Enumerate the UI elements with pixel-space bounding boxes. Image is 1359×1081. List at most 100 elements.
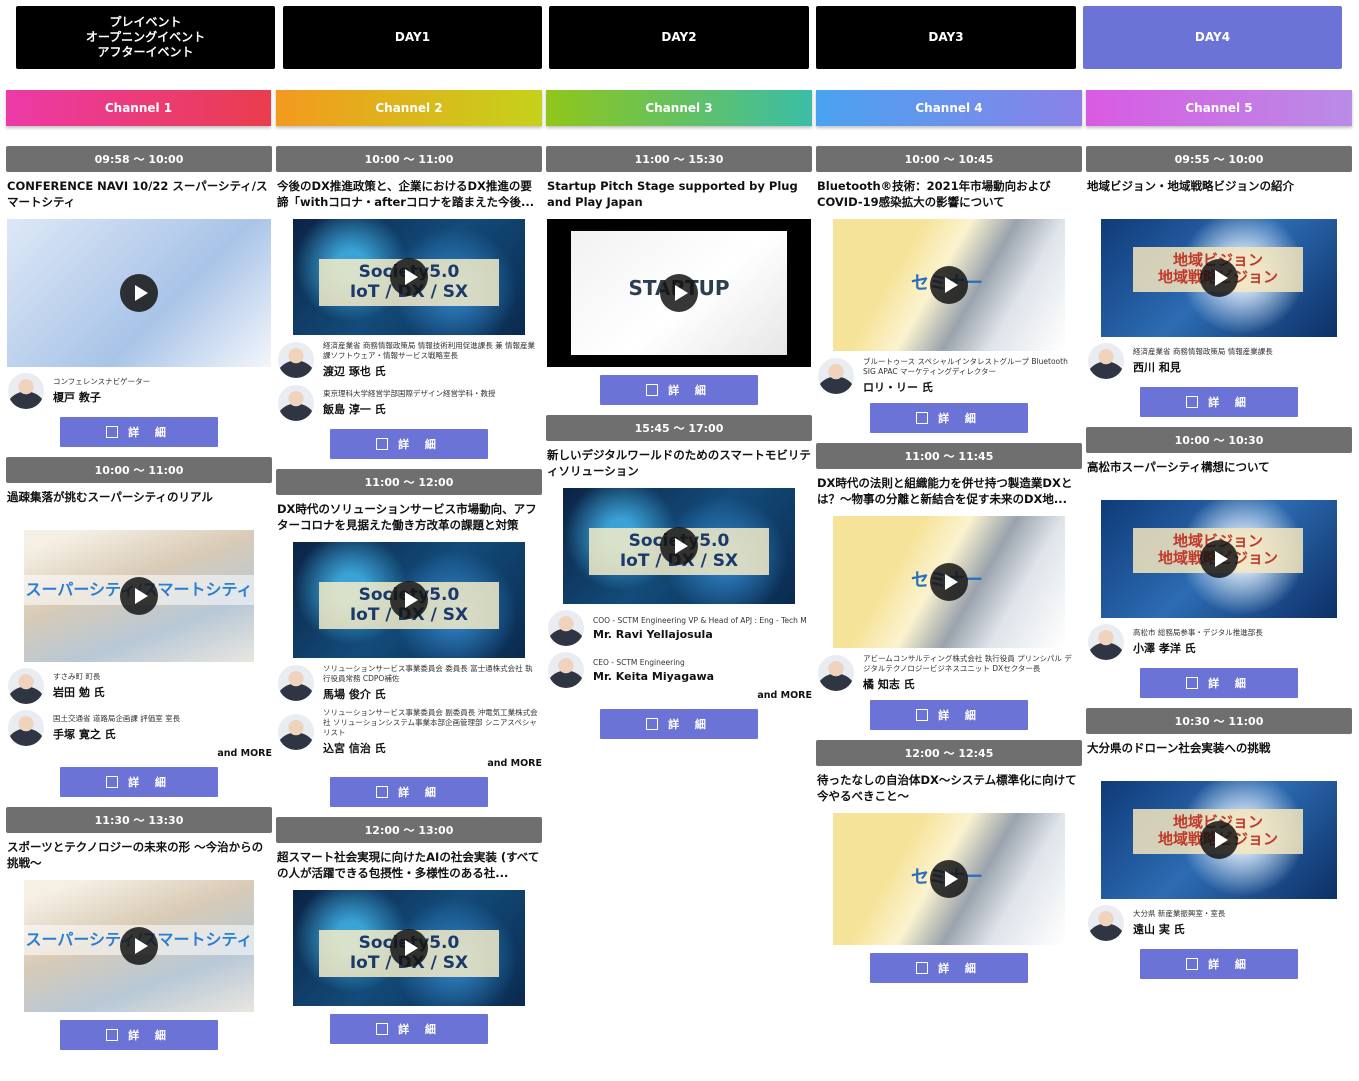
detail-button[interactable]: 詳 細 — [330, 777, 488, 807]
detail-button[interactable]: 詳 細 — [870, 403, 1028, 433]
video-thumbnail[interactable]: スーパーシティ/スマートシティ — [24, 530, 254, 662]
channel-column-1: 09:58 ～ 10:00 CONFERENCE NAVI 10/22 スーパーシ… — [6, 146, 272, 1081]
session-card: 09:55 ～ 10:00 地域ビジョン・地域戦略ビジョンの紹介地域ビジョン 地域… — [1086, 146, 1352, 417]
session-title[interactable]: DX時代の法則と組織能力を併せ持つ製造業DXとは？～物事の分離と新結合を促す未来… — [817, 475, 1082, 508]
speaker-name: 橘 知志 氏 — [863, 678, 915, 691]
video-thumbnail[interactable]: Society5.0 IoT / DX / SX — [293, 219, 525, 335]
detail-button[interactable]: 詳 細 — [330, 1014, 488, 1044]
play-icon[interactable] — [660, 274, 698, 312]
speaker-name: 馬場 俊介 氏 — [323, 688, 386, 701]
play-icon[interactable] — [1200, 259, 1238, 297]
play-icon[interactable] — [930, 266, 968, 304]
speaker-affiliation: CEO - SCTM Engineering — [593, 657, 685, 667]
video-thumbnail[interactable]: Society5.0 IoT / DX / SX — [293, 542, 525, 658]
video-thumbnail[interactable]: STARTUP — [547, 219, 811, 367]
play-icon[interactable] — [1200, 540, 1238, 578]
external-link-icon — [916, 412, 929, 424]
detail-button[interactable]: 詳 細 — [870, 700, 1028, 730]
session-title[interactable]: 地域ビジョン・地域戦略ビジョンの紹介 — [1087, 178, 1352, 211]
video-thumbnail[interactable] — [7, 219, 271, 367]
avatar — [278, 665, 314, 701]
play-icon[interactable] — [930, 563, 968, 601]
video-thumbnail[interactable]: セミナー — [833, 219, 1065, 351]
day-tab-day4[interactable]: DAY4 — [1083, 6, 1342, 69]
play-icon[interactable] — [390, 258, 428, 296]
detail-button[interactable]: 詳 細 — [600, 709, 758, 739]
session-title[interactable]: DX時代のソリューションサービス市場動向、アフターコロナを見据えた働き方改革の課… — [277, 501, 542, 534]
video-thumbnail[interactable]: セミナー — [833, 813, 1065, 945]
detail-button-label: 詳 細 — [1208, 396, 1252, 409]
channel-tab-5[interactable]: Channel 5 — [1086, 90, 1352, 126]
video-thumbnail[interactable]: 地域ビジョン 地域戦略ビジョン — [1101, 781, 1337, 899]
play-icon[interactable] — [1200, 821, 1238, 859]
session-title[interactable]: 高松市スーパーシティ構想について — [1087, 459, 1352, 492]
session-title[interactable]: Startup Pitch Stage supported by Plug an… — [547, 178, 812, 211]
session-title[interactable]: Bluetooth®技術：2021年市場動向およびCOVID-19感染拡大の影響… — [817, 178, 1082, 211]
video-thumbnail[interactable]: Society5.0 IoT / DX / SX — [293, 890, 525, 1006]
channel-column-3: 11:00 ～ 15:30 Startup Pitch Stage support… — [546, 146, 812, 1081]
speaker-affiliation: ソリューションサービス事業委員会 委員長 富士通株式会社 執行役員常務 CDPO… — [323, 664, 533, 683]
speaker-affiliation: アビームコンサルティング株式会社 執行役員 プリンシパル デジタルテクノロジービ… — [863, 654, 1072, 673]
detail-button[interactable]: 詳 細 — [1140, 668, 1298, 698]
channel-tab-bar: Channel 1 Channel 2 Channel 3 Channel 4 Chan… — [0, 90, 1359, 126]
channel-tab-2[interactable]: Channel 2 — [276, 90, 542, 126]
session-time: 11:00 ～ 15:30 — [546, 146, 812, 172]
video-thumbnail[interactable]: 地域ビジョン 地域戦略ビジョン — [1101, 219, 1337, 337]
avatar — [818, 358, 854, 394]
play-icon[interactable] — [660, 527, 698, 565]
detail-button[interactable]: 詳 細 — [60, 767, 218, 797]
session-title[interactable]: 新しいデジタルワールドのためのスマートモビリティソリューション — [547, 447, 812, 480]
speaker: ブルートゥース スペシャルインタレストグループ Bluetooth SIG AP… — [818, 357, 1082, 395]
play-icon[interactable] — [120, 577, 158, 615]
session-time: 11:00 ～ 11:45 — [816, 443, 1082, 469]
channel-column-2: 10:00 ～ 11:00 今後のDX推進政策と、企業におけるDX推進の要諦「wi… — [276, 146, 542, 1081]
detail-button[interactable]: 詳 細 — [1140, 949, 1298, 979]
speaker-affiliation: COO - SCTM Engineering VP & Head of APJ … — [593, 615, 807, 625]
detail-button[interactable]: 詳 細 — [60, 1020, 218, 1050]
session-title[interactable]: CONFERENCE NAVI 10/22 スーパーシティ/スマートシティ — [7, 178, 272, 211]
external-link-icon — [376, 786, 389, 798]
day-tab-pre-event[interactable]: プレイベント オープニングイベント アフターイベント — [16, 6, 275, 69]
speaker-affiliation: ソリューションサービス事業委員会 副委員長 沖電気工業株式会社 ソリューションシ… — [323, 708, 538, 737]
speaker-affiliation: 大分県 新産業振興室・室長 — [1133, 909, 1226, 918]
detail-button[interactable]: 詳 細 — [330, 429, 488, 459]
session-card: 10:00 ～ 11:00 今後のDX推進政策と、企業におけるDX推進の要諦「wi… — [276, 146, 542, 459]
detail-button-label: 詳 細 — [938, 412, 982, 425]
video-thumbnail[interactable]: Society5.0 IoT / DX / SX — [563, 488, 795, 604]
day-tab-day3[interactable]: DAY3 — [816, 6, 1076, 69]
session-title[interactable]: 過疎集落が挑むスーパーシティのリアル — [7, 489, 272, 522]
session-title[interactable]: 大分県のドローン社会実装への挑戦 — [1087, 740, 1352, 773]
video-thumbnail[interactable]: セミナー — [833, 516, 1065, 648]
play-icon[interactable] — [120, 927, 158, 965]
avatar — [1088, 343, 1124, 379]
detail-button[interactable]: 詳 細 — [1140, 387, 1298, 417]
play-icon[interactable] — [390, 581, 428, 619]
avatar — [548, 652, 584, 688]
speaker: アビームコンサルティング株式会社 執行役員 プリンシパル デジタルテクノロジービ… — [818, 654, 1082, 692]
play-icon[interactable] — [120, 274, 158, 312]
detail-button-label: 詳 細 — [128, 776, 172, 789]
channel-tab-4[interactable]: Channel 4 — [816, 90, 1082, 126]
channel-tab-1[interactable]: Channel 1 — [6, 90, 271, 126]
channel-tab-3[interactable]: Channel 3 — [546, 90, 812, 126]
session-title[interactable]: スポーツとテクノロジーの未来の形 ～今治からの挑戦～ — [7, 839, 272, 872]
detail-button[interactable]: 詳 細 — [870, 953, 1028, 983]
day-tab-day1[interactable]: DAY1 — [283, 6, 542, 69]
speaker-name: 飯島 淳一 氏 — [323, 403, 386, 416]
video-thumbnail[interactable]: 地域ビジョン 地域戦略ビジョン — [1101, 500, 1337, 618]
session-card: 15:45 ～ 17:00 新しいデジタルワールドのためのスマートモビリティソリュ… — [546, 415, 812, 739]
session-card: 11:00 ～ 11:45 DX時代の法則と組織能力を併せ持つ製造業DXとは？～物… — [816, 443, 1082, 730]
session-title[interactable]: 超スマート社会実現に向けたAIの社会実装 (すべての人が活躍できる包摂性・多様性… — [277, 849, 542, 882]
external-link-icon — [376, 438, 389, 450]
session-title[interactable]: 待ったなしの自治体DX～システム標準化に向けて今やるべきこと～ — [817, 772, 1082, 805]
detail-button[interactable]: 詳 細 — [600, 375, 758, 405]
day-tab-day2[interactable]: DAY2 — [549, 6, 809, 69]
video-thumbnail[interactable]: スーパーシティ/スマートシティ — [24, 880, 254, 1012]
detail-button[interactable]: 詳 細 — [60, 417, 218, 447]
play-icon[interactable] — [390, 929, 428, 967]
session-card: 09:58 ～ 10:00 CONFERENCE NAVI 10/22 スーパーシ… — [6, 146, 272, 447]
session-title[interactable]: 今後のDX推進政策と、企業におけるDX推進の要諦「withコロナ・afterコロ… — [277, 178, 542, 211]
play-icon[interactable] — [930, 860, 968, 898]
session-time: 09:58 ～ 10:00 — [6, 146, 272, 172]
speaker: 大分県 新産業振興室・室長 遠山 実 氏 — [1088, 905, 1352, 941]
